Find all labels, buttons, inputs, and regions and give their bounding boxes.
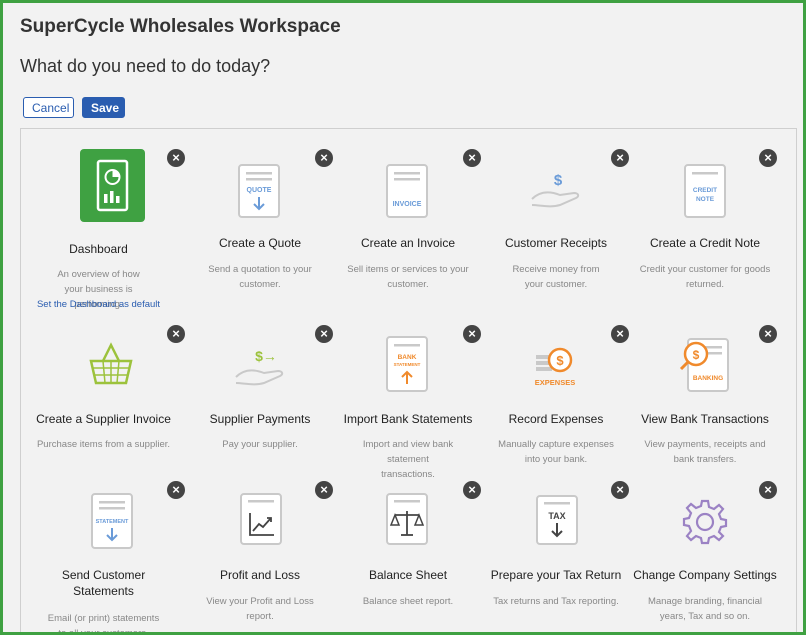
svg-text:NOTE: NOTE	[696, 196, 715, 203]
svg-text:BANK: BANK	[398, 354, 417, 361]
remove-tile-close-icon[interactable]: ×	[759, 149, 777, 167]
tile-description: Credit your customer for goods returned.	[639, 264, 771, 290]
tile-profit-and-loss[interactable]: × Profit and Loss View your Profit and L…	[186, 479, 334, 632]
credit-note-icon: CREDIT NOTE	[684, 164, 726, 223]
tile-description: Manage branding, financial years, Tax an…	[647, 596, 763, 622]
tile-name: View Bank Transactions	[641, 412, 769, 426]
bank-statement-icon: BANK STATEMENT	[386, 336, 428, 397]
remove-tile-close-icon[interactable]: ×	[759, 325, 777, 343]
remove-tile-close-icon[interactable]: ×	[167, 481, 185, 499]
tile-description: Send a quotation to your customer.	[208, 264, 312, 290]
gear-icon	[682, 499, 728, 550]
tile-description: Manually capture expenses into your bank…	[498, 439, 614, 465]
balance-scale-icon	[386, 493, 428, 550]
tile-description: Balance sheet report.	[362, 596, 454, 607]
set-dashboard-default-link[interactable]: Set the Dashboard as default	[21, 299, 176, 310]
basket-icon	[87, 341, 135, 392]
tile-name: Change Company Settings	[633, 568, 777, 582]
save-button[interactable]: Save	[82, 97, 125, 118]
quote-icon: QUOTE	[238, 164, 280, 223]
tile-description: Tax returns and Tax reporting.	[493, 596, 619, 607]
tile-name: Profit and Loss	[219, 568, 301, 582]
svg-text:CREDIT: CREDIT	[693, 187, 717, 194]
tile-name: Create an Invoice	[360, 236, 456, 250]
tile-prepare-tax-return[interactable]: × TAX Prepare your Tax Return Tax return…	[482, 479, 630, 632]
remove-tile-close-icon[interactable]: ×	[463, 149, 481, 167]
icon-label: $→	[255, 348, 277, 364]
icon-label: STATEMENT	[96, 519, 129, 525]
remove-tile-close-icon[interactable]: ×	[167, 325, 185, 343]
tile-description: View your Profit and Loss report.	[206, 596, 314, 622]
svg-text:STATEMENT: STATEMENT	[394, 362, 421, 367]
dashboard-icon	[80, 149, 145, 227]
remove-tile-close-icon[interactable]: ×	[759, 481, 777, 499]
payment-hand-icon: $→	[234, 345, 290, 392]
tile-name: Balance Sheet	[368, 568, 448, 582]
receipt-hand-icon: $	[530, 169, 582, 214]
tile-name: Record Expenses	[508, 412, 604, 426]
tile-name: Dashboard	[69, 242, 128, 256]
tile-name: Send Customer Statements	[61, 568, 146, 598]
icon-label: TAX	[548, 511, 565, 521]
tile-description: Sell items or services to your customer.	[347, 264, 469, 290]
tile-create-quote[interactable]: × QUOTE Create a Quote Send a quotation …	[186, 129, 334, 319]
tile-dashboard[interactable]: × Dashboard An overview of how your busi…	[21, 129, 185, 319]
tile-name: Supplier Payments	[209, 412, 311, 426]
svg-text:$: $	[556, 353, 564, 368]
tile-change-company-settings[interactable]: × Change Company Settings Manage brandin…	[630, 479, 796, 632]
invoice-icon: INVOICE	[386, 164, 428, 223]
remove-tile-close-icon[interactable]: ×	[463, 325, 481, 343]
tile-description: Receive money from your customer.	[512, 264, 600, 290]
svg-text:$: $	[693, 348, 700, 362]
tile-description: View payments, receipts and bank transfe…	[644, 439, 766, 465]
tile-customer-receipts[interactable]: × $ Customer Receipts Receive money from…	[482, 129, 630, 319]
tile-create-invoice[interactable]: × INVOICE Create an Invoice Sell items o…	[334, 129, 482, 319]
tiles-panel: × Dashboard An overview of how your busi…	[20, 128, 797, 635]
icon-label: BANKING	[693, 375, 723, 382]
remove-tile-close-icon[interactable]: ×	[611, 325, 629, 343]
profit-loss-icon	[240, 493, 282, 550]
remove-tile-close-icon[interactable]: ×	[463, 481, 481, 499]
tile-import-bank-statements[interactable]: × BANK STATEMENT Import Bank Statements …	[334, 321, 482, 480]
tile-name: Prepare your Tax Return	[490, 568, 622, 582]
remove-tile-close-icon[interactable]: ×	[315, 481, 333, 499]
workspace-window: SuperCycle Wholesales Workspace What do …	[0, 0, 806, 635]
page-title: SuperCycle Wholesales Workspace	[20, 16, 341, 37]
icon-label: INVOICE	[393, 201, 422, 208]
tile-balance-sheet[interactable]: × Balance Sheet Balance sheet report.	[334, 479, 482, 632]
tile-send-customer-statements[interactable]: × STATEMENT Send Customer Statements Ema…	[21, 479, 186, 635]
tile-record-expenses[interactable]: × $ EXPENSES Record Expenses Manually ca…	[482, 321, 630, 476]
remove-tile-close-icon[interactable]: ×	[167, 149, 185, 167]
expenses-icon: $ EXPENSES	[530, 345, 580, 396]
tile-name: Customer Receipts	[504, 236, 608, 250]
icon-label: EXPENSES	[535, 378, 575, 387]
tile-description: Pay your supplier.	[222, 439, 298, 450]
remove-tile-close-icon[interactable]: ×	[315, 325, 333, 343]
tile-supplier-payments[interactable]: × $→ Supplier Payments Pay your supplier…	[186, 321, 334, 476]
tax-icon: TAX	[536, 495, 578, 550]
remove-tile-close-icon[interactable]: ×	[611, 149, 629, 167]
remove-tile-close-icon[interactable]: ×	[611, 481, 629, 499]
tile-create-credit-note[interactable]: × CREDIT NOTE Create a Credit Note Credi…	[630, 129, 796, 319]
page-subtitle: What do you need to do today?	[20, 56, 271, 76]
tile-name: Import Bank Statements	[343, 412, 473, 426]
tile-name: Create a Credit Note	[649, 236, 761, 250]
tile-create-supplier-invoice[interactable]: × Create a Supplier Invoice Purchase ite…	[21, 321, 186, 476]
icon-label: QUOTE	[247, 187, 272, 194]
tile-description: Import and view bank statement transacti…	[362, 439, 454, 480]
banking-icon: $ BANKING	[678, 338, 730, 397]
tile-view-bank-transactions[interactable]: × $ BANKING View Bank Transactions View …	[630, 321, 796, 476]
tile-name: Create a Supplier Invoice	[36, 412, 171, 426]
remove-tile-close-icon[interactable]: ×	[315, 149, 333, 167]
cancel-button[interactable]: Cancel	[23, 97, 74, 118]
tile-description: Purchase items from a supplier.	[36, 439, 171, 450]
icon-label: $	[554, 172, 563, 189]
tile-description: Email (or print) statements to all your …	[47, 613, 160, 635]
statement-icon: STATEMENT	[91, 493, 133, 554]
tile-name: Create a Quote	[218, 236, 302, 250]
